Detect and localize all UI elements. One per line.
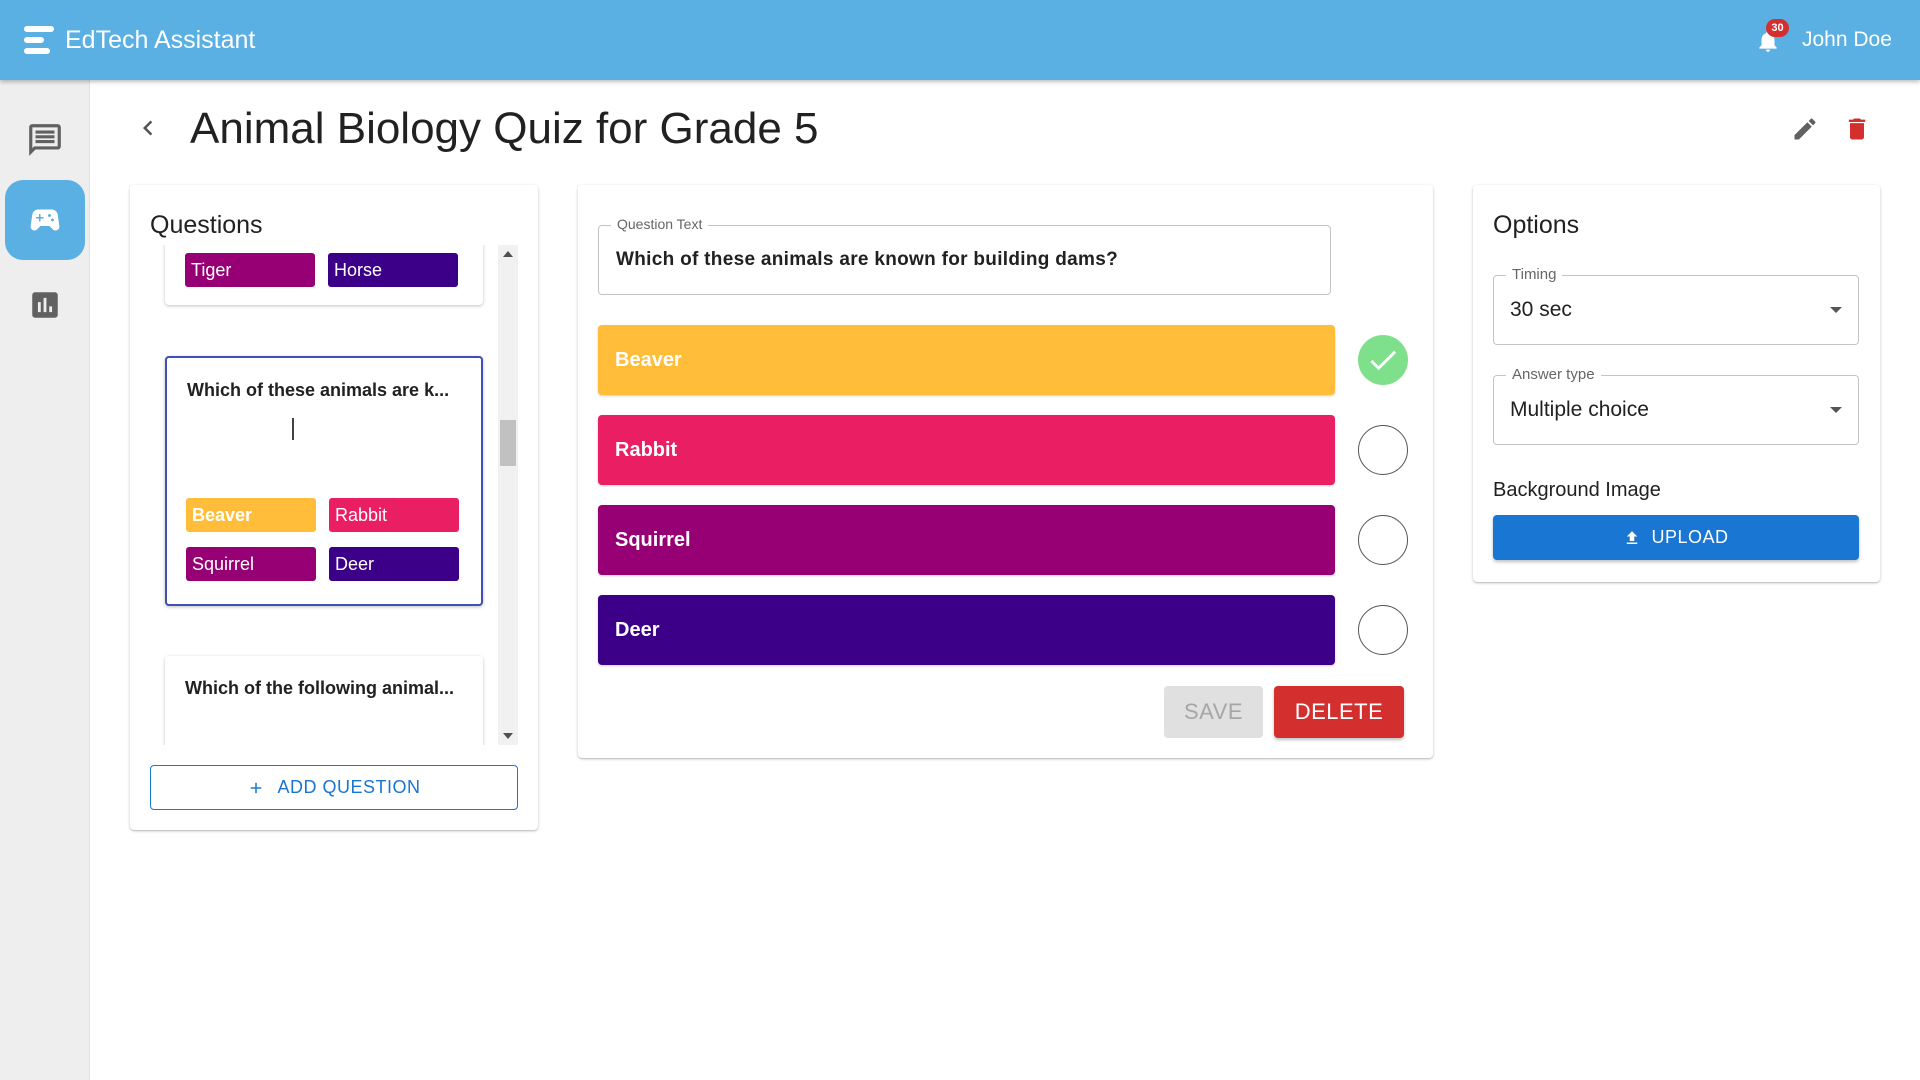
answer-chip: Rabbit: [329, 498, 459, 532]
answer-type-label: Answer type: [1506, 366, 1601, 383]
sidebar-item-analytics[interactable]: [5, 265, 85, 345]
check-icon: [1370, 350, 1397, 371]
scroll-thumb[interactable]: [500, 420, 516, 466]
correct-answer-toggle-3[interactable]: [1358, 515, 1408, 565]
upload-label: UPLOAD: [1651, 527, 1729, 547]
answer-chip: Deer: [329, 547, 459, 581]
dropdown-arrow-icon: [1830, 407, 1842, 413]
menu-logo-icon[interactable]: [24, 24, 54, 56]
plus-icon: [251, 782, 262, 793]
answer-chip: Horse: [328, 253, 458, 287]
sidebar-item-chat[interactable]: [5, 100, 85, 180]
app-bar: EdTech Assistant 30 John Doe: [0, 0, 1920, 80]
gamepad-icon: [30, 209, 60, 231]
question-text-field[interactable]: Question Text Which of these animals are…: [598, 216, 1331, 295]
question-card-selected[interactable]: Which of these animals are k... Beaver R…: [165, 356, 483, 606]
correct-answer-toggle-1[interactable]: [1358, 335, 1408, 385]
delete-question-button[interactable]: DELETE: [1274, 686, 1404, 738]
add-question-label: ADD QUESTION: [277, 777, 421, 797]
options-title: Options: [1493, 211, 1580, 239]
user-name[interactable]: John Doe: [1802, 28, 1892, 52]
questions-title: Questions: [150, 211, 263, 239]
question-card-text: Which of the following animal...: [185, 678, 454, 698]
timing-value: 30 sec: [1510, 298, 1572, 321]
question-card-text: Which of these animals are k...: [187, 380, 450, 400]
answer-type-value: Multiple choice: [1510, 398, 1649, 421]
pencil-icon: [1794, 118, 1816, 140]
answer-chip: Tiger: [185, 253, 315, 287]
question-editor: Question Text Which of these animals are…: [578, 185, 1433, 758]
chevron-left-icon: [143, 120, 153, 136]
options-panel: Options Timing 30 sec Answer type Multip…: [1473, 185, 1880, 582]
trash-icon: [1848, 118, 1866, 140]
timing-label: Timing: [1506, 266, 1563, 283]
app-title: EdTech Assistant: [65, 26, 256, 54]
upload-icon: [1627, 530, 1638, 544]
correct-answer-toggle-4[interactable]: [1358, 605, 1408, 655]
answer-chip: Beaver: [186, 498, 316, 532]
questions-panel: Questions Tiger Horse Which of these ani…: [130, 185, 538, 830]
notification-badge: 30: [1766, 19, 1789, 37]
upload-button[interactable]: UPLOAD: [1493, 515, 1859, 560]
answer-option-2[interactable]: Rabbit: [598, 415, 1335, 485]
question-text-value[interactable]: Which of these animals are known for bui…: [616, 249, 1118, 271]
chat-icon: [29, 124, 61, 156]
bar-chart-icon: [32, 292, 58, 318]
scroll-down-arrow-icon[interactable]: [503, 733, 513, 739]
sidebar-item-games[interactable]: [5, 180, 85, 260]
question-text-label: Question Text: [611, 216, 709, 232]
add-question-button[interactable]: ADD QUESTION: [150, 765, 518, 810]
answer-option-3[interactable]: Squirrel: [598, 505, 1335, 575]
questions-list: Tiger Horse Which of these animals are k…: [150, 245, 495, 745]
back-button[interactable]: [130, 110, 166, 146]
text-cursor: [292, 418, 294, 440]
correct-answer-toggle-2[interactable]: [1358, 425, 1408, 475]
sidebar: [0, 80, 90, 1080]
delete-quiz-button[interactable]: [1840, 112, 1874, 146]
dropdown-arrow-icon: [1830, 307, 1842, 313]
question-card[interactable]: Which of the following animal...: [165, 656, 483, 745]
answer-option-4[interactable]: Deer: [598, 595, 1335, 665]
scroll-up-arrow-icon[interactable]: [503, 251, 513, 257]
background-image-label: Background Image: [1493, 479, 1661, 501]
answer-option-1[interactable]: Beaver: [598, 325, 1335, 395]
page-title: Animal Biology Quiz for Grade 5: [190, 104, 819, 153]
timing-select[interactable]: Timing 30 sec: [1493, 266, 1859, 345]
save-button[interactable]: SAVE: [1164, 686, 1263, 738]
edit-quiz-button[interactable]: [1788, 112, 1822, 146]
answer-chip: Squirrel: [186, 547, 316, 581]
answer-type-select[interactable]: Answer type Multiple choice: [1493, 366, 1859, 445]
questions-scrollbar[interactable]: [498, 245, 518, 745]
question-card[interactable]: Tiger Horse: [165, 245, 483, 305]
